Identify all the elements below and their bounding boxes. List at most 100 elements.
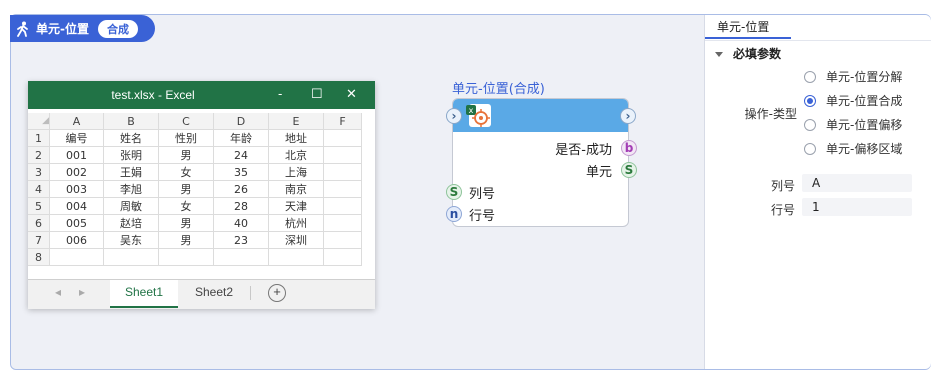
radio-circle-icon xyxy=(804,142,816,155)
required-params-header[interactable]: 必填参数 xyxy=(715,45,781,62)
table-cell: 女 xyxy=(159,198,214,215)
input-number-port[interactable]: n xyxy=(446,206,462,222)
row-header: 8 xyxy=(28,249,50,266)
excel-titlebar: test.xlsx - Excel - ☐ ✕ xyxy=(28,81,375,109)
radio-offset[interactable]: 单元-位置偏移 xyxy=(804,116,902,133)
tab-divider xyxy=(250,286,251,300)
table-cell xyxy=(324,249,362,266)
column-header: C xyxy=(159,113,214,130)
table-cell: 女 xyxy=(159,164,214,181)
column-header: A xyxy=(50,113,104,130)
table-cell: 南京 xyxy=(269,181,324,198)
table-cell xyxy=(324,164,362,181)
row-header: 4 xyxy=(28,181,50,198)
prev-sheet-icon: ◂ xyxy=(54,285,62,299)
output-cell-label: 单元 xyxy=(585,165,612,180)
row-label: 行号 xyxy=(770,203,795,217)
table-cell xyxy=(324,198,362,215)
col-label: 列号 xyxy=(770,179,795,193)
row-input[interactable]: 1 xyxy=(802,198,912,216)
sheet-tabs: ◂ ▸ Sheet1 Sheet2 + xyxy=(28,279,375,309)
table-cell: 深圳 xyxy=(269,232,324,249)
table-cell: 李旭 xyxy=(104,181,159,198)
table-cell: 24 xyxy=(214,147,269,164)
mode-badge: 合成 xyxy=(97,19,138,38)
table-cell: 001 xyxy=(50,147,104,164)
table-cell: 王娟 xyxy=(104,164,159,181)
table-cell: 性别 xyxy=(159,130,214,147)
table-cell: 002 xyxy=(50,164,104,181)
table-cell: 40 xyxy=(214,215,269,232)
tab-cell-position[interactable]: 单元-位置 xyxy=(705,15,791,39)
excel-preview: test.xlsx - Excel - ☐ ✕ ◢ A B C D E F 1 编号 姓名 性别 年龄… xyxy=(28,81,375,309)
sheet-tab-2: Sheet2 xyxy=(194,285,234,299)
excel-target-icon: x xyxy=(466,104,491,127)
output-bool-port[interactable]: b xyxy=(621,140,637,156)
radio-label: 单元-位置偏移 xyxy=(826,118,903,132)
table-cell xyxy=(324,232,362,249)
table-cell: 吴东 xyxy=(104,232,159,249)
radio-circle-icon xyxy=(804,118,816,131)
row-header: 5 xyxy=(28,198,50,215)
header-title: 单元-位置 xyxy=(36,22,89,36)
table-cell: 28 xyxy=(214,198,269,215)
table-cell: 赵培 xyxy=(104,215,159,232)
properties-panel: 单元-位置 必填参数 操作-类型 单元-位置分解 单元-位置合成 单元-位置偏移… xyxy=(704,15,931,369)
col-input[interactable]: A xyxy=(802,174,912,192)
cell-position-node[interactable]: x › › 是否-成功 b 单元 S S 列号 n 行号 xyxy=(446,98,637,227)
input-col-label: 列号 xyxy=(469,187,496,202)
column-header: E xyxy=(269,113,324,130)
table-cell: 006 xyxy=(50,232,104,249)
radio-label: 单元-偏移区域 xyxy=(826,142,903,156)
row-header: 1 xyxy=(28,130,50,147)
radio-decompose[interactable]: 单元-位置分解 xyxy=(804,68,902,85)
table-cell: 周敏 xyxy=(104,198,159,215)
node-type-header: 单元-位置 合成 xyxy=(10,15,155,42)
collapse-triangle-icon xyxy=(715,52,723,57)
table-cell: 男 xyxy=(159,147,214,164)
table-cell: 004 xyxy=(50,198,104,215)
sheet-tab-1: Sheet1 xyxy=(110,280,178,308)
input-string-port[interactable]: S xyxy=(446,184,462,200)
maximize-icon: ☐ xyxy=(311,86,323,101)
table-cell: 北京 xyxy=(269,147,324,164)
table-cell: 姓名 xyxy=(104,130,159,147)
row-header: 6 xyxy=(28,215,50,232)
table-cell: 23 xyxy=(214,232,269,249)
radio-label: 单元-位置分解 xyxy=(826,70,903,84)
table-cell xyxy=(214,249,269,266)
radio-circle-icon xyxy=(804,70,816,83)
section-label: 必填参数 xyxy=(733,47,782,61)
next-sheet-icon: ▸ xyxy=(78,285,86,299)
input-row-label: 行号 xyxy=(469,209,496,224)
table-cell xyxy=(324,147,362,164)
row-header: 7 xyxy=(28,232,50,249)
radio-offset-range[interactable]: 单元-偏移区域 xyxy=(804,140,902,157)
table-cell: 003 xyxy=(50,181,104,198)
tab-divider xyxy=(705,40,931,41)
row-header: 3 xyxy=(28,164,50,181)
select-all-corner: ◢ xyxy=(28,113,50,130)
close-icon: ✕ xyxy=(346,86,357,101)
node-title: 单元-位置(合成) xyxy=(452,82,545,97)
table-cell xyxy=(324,215,362,232)
table-cell: 男 xyxy=(159,181,214,198)
table-cell: 男 xyxy=(159,232,214,249)
table-cell: 35 xyxy=(214,164,269,181)
flow-in-icon[interactable]: › xyxy=(446,108,462,124)
table-cell: 26 xyxy=(214,181,269,198)
table-cell xyxy=(324,130,362,147)
column-header: F xyxy=(324,113,362,130)
output-string-port[interactable]: S xyxy=(621,162,637,178)
excel-title: test.xlsx - Excel xyxy=(111,88,195,102)
row-header: 2 xyxy=(28,147,50,164)
table-cell: 005 xyxy=(50,215,104,232)
table-cell xyxy=(269,249,324,266)
flow-out-icon[interactable]: › xyxy=(620,108,636,124)
column-header: D xyxy=(214,113,269,130)
minimize-icon: - xyxy=(278,86,283,101)
radio-compose[interactable]: 单元-位置合成 xyxy=(804,92,902,109)
table-cell: 年龄 xyxy=(214,130,269,147)
radio-selected-icon xyxy=(804,94,816,107)
op-type-label: 操作-类型 xyxy=(744,107,797,121)
